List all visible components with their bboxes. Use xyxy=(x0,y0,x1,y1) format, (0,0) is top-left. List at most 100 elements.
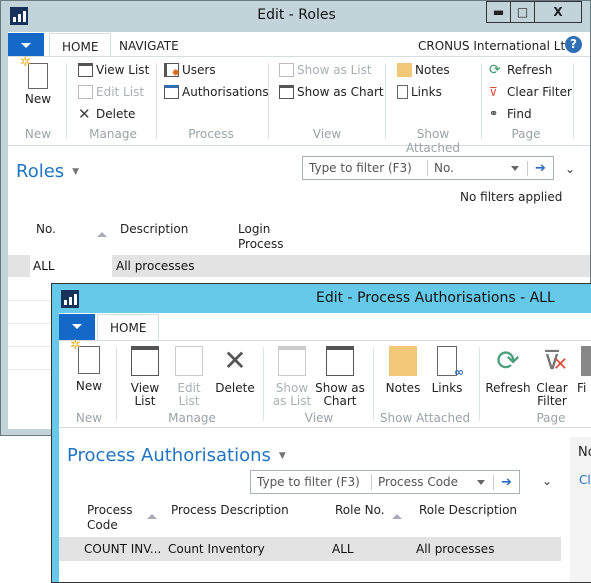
apply-filter-arrow-icon[interactable]: ➔ xyxy=(527,160,553,176)
column-header-process-description[interactable]: Process Description xyxy=(171,503,289,518)
factbox-pane: No Cl xyxy=(570,437,591,582)
divider xyxy=(156,63,157,139)
dropdown-arrow-icon[interactable] xyxy=(477,479,485,485)
delete-button[interactable]: ✕ Delete xyxy=(78,107,135,122)
show-as-chart-icon xyxy=(279,85,294,99)
maximize-button[interactable]: □ xyxy=(510,1,535,23)
new-document-icon: ✲ xyxy=(70,339,100,374)
tab-home[interactable]: HOME xyxy=(97,314,160,341)
app-menu-button[interactable] xyxy=(59,314,95,340)
cell-role-no: ALL xyxy=(332,542,354,556)
refresh-button[interactable]: ⟳ Refresh xyxy=(489,63,552,77)
column-header-description[interactable]: Description xyxy=(120,222,188,237)
view-list-button[interactable]: View List xyxy=(125,346,165,408)
apply-filter-arrow-icon[interactable]: ➔ xyxy=(493,474,519,490)
edit-list-button[interactable]: Edit List xyxy=(78,85,144,99)
page-title[interactable]: Roles ▼ xyxy=(16,161,79,182)
divider xyxy=(66,63,67,139)
sort-ascending-icon xyxy=(97,232,107,237)
links-button[interactable]: Links xyxy=(397,85,442,99)
authorisations-button[interactable]: Authorisations xyxy=(164,85,269,99)
minimize-button[interactable]: ▬ xyxy=(486,1,511,23)
links-button[interactable]: ∞ Links xyxy=(427,346,467,395)
links-label: Links xyxy=(431,381,463,395)
divider xyxy=(479,347,480,421)
divider xyxy=(385,63,386,139)
divider xyxy=(116,347,117,421)
new-button[interactable]: ✲ New xyxy=(18,56,58,106)
links-icon xyxy=(397,85,408,99)
group-new-label: New xyxy=(75,411,103,425)
show-as-chart-label: Show as Chart xyxy=(315,381,365,408)
table-row[interactable]: COUNT INV... Count Inventory ALL All pro… xyxy=(59,537,561,561)
page-title-text: Roles xyxy=(16,161,65,182)
column-header-role-description[interactable]: Role Description xyxy=(419,503,517,518)
view-list-icon xyxy=(131,346,159,376)
clear-filter-label: Clear Filter xyxy=(507,85,572,99)
find-button[interactable]: Fi xyxy=(577,346,591,395)
process-authorisations-window: Edit - Process Authorisations - ALL HOME… xyxy=(51,283,591,583)
show-as-list-label: Show as List xyxy=(297,63,372,77)
find-button[interactable]: ⚭ Find xyxy=(489,107,532,121)
factbox-title: No xyxy=(578,445,591,460)
app-logo-icon xyxy=(61,290,79,308)
users-button[interactable]: ✹ Users xyxy=(164,63,216,79)
edit-list-label: Edit List xyxy=(96,85,145,99)
notes-button[interactable]: Notes xyxy=(383,346,423,395)
filter-box: Type to filter (F3) Process Code ➔ xyxy=(250,470,520,494)
group-show-attached-label: Show Attached xyxy=(406,127,460,155)
help-icon[interactable]: ? xyxy=(565,36,582,53)
clear-filter-label: Clear Filter xyxy=(536,381,568,408)
filter-input[interactable]: Type to filter (F3) xyxy=(251,475,371,489)
links-icon: ∞ xyxy=(437,346,464,379)
column-header-role-no[interactable]: Role No. xyxy=(335,503,385,518)
delete-button[interactable]: ✕ Delete xyxy=(213,346,257,395)
page-title[interactable]: Process Authorisations ▼ xyxy=(67,445,286,466)
view-list-label: View List xyxy=(96,63,150,77)
factbox-link[interactable]: Cl xyxy=(579,473,591,487)
refresh-icon: ⟳ xyxy=(489,62,501,78)
notes-label: Notes xyxy=(415,63,450,77)
cell-description: All processes xyxy=(116,259,195,273)
delete-label: Delete xyxy=(215,381,255,395)
notes-label: Notes xyxy=(385,381,421,395)
divider xyxy=(263,347,264,421)
page-title-text: Process Authorisations xyxy=(67,445,271,466)
filter-input[interactable]: Type to filter (F3) xyxy=(303,161,427,175)
expand-chevron-icon[interactable]: ⌄ xyxy=(565,162,575,176)
show-as-list-button[interactable]: Show as List xyxy=(279,63,372,77)
show-as-chart-button[interactable]: Show as Chart xyxy=(315,346,365,408)
divider xyxy=(573,63,574,139)
expand-chevron-icon[interactable]: ⌄ xyxy=(542,474,552,488)
sort-ascending-icon xyxy=(147,514,157,519)
new-button[interactable]: ✲ New xyxy=(69,339,109,393)
authorisations-lock-icon xyxy=(164,85,179,99)
refresh-label: Refresh xyxy=(485,381,531,395)
caret-down-icon: ▼ xyxy=(72,167,80,177)
delete-x-icon: ✕ xyxy=(223,344,247,377)
edit-list-button[interactable]: Edit List xyxy=(169,346,209,408)
group-manage-label: Manage xyxy=(168,411,216,425)
dropdown-arrow-icon[interactable] xyxy=(511,165,519,171)
table-row[interactable]: ALL All processes xyxy=(8,255,590,277)
divider xyxy=(481,63,482,139)
column-header-no[interactable]: No. xyxy=(36,222,56,237)
find-label: Find xyxy=(507,107,532,121)
refresh-button[interactable]: ⟳ Refresh xyxy=(485,346,531,395)
show-as-list-button[interactable]: Show as List xyxy=(271,346,313,408)
cell-role-description: All processes xyxy=(416,542,495,556)
notes-button[interactable]: Notes xyxy=(397,63,450,77)
window-title: Edit - Process Authorisations - ALL xyxy=(316,290,555,306)
filter-field-select[interactable]: No. xyxy=(427,160,511,176)
close-button[interactable]: X xyxy=(534,1,582,23)
edit-list-icon xyxy=(175,346,203,376)
notes-icon xyxy=(389,346,417,376)
cell-process-code: COUNT INV... xyxy=(84,542,162,556)
view-list-button[interactable]: View List xyxy=(78,63,149,77)
clear-filter-button[interactable]: ⊽ Clear Filter xyxy=(489,85,572,99)
column-header-login-process[interactable]: Login Process xyxy=(238,222,284,252)
clear-filter-button[interactable]: ⊽ ✕ Clear Filter xyxy=(531,346,573,408)
filter-field-select[interactable]: Process Code xyxy=(371,474,477,490)
show-as-chart-button[interactable]: Show as Chart xyxy=(279,85,384,99)
column-header-process-code[interactable]: Process Code xyxy=(87,503,133,533)
